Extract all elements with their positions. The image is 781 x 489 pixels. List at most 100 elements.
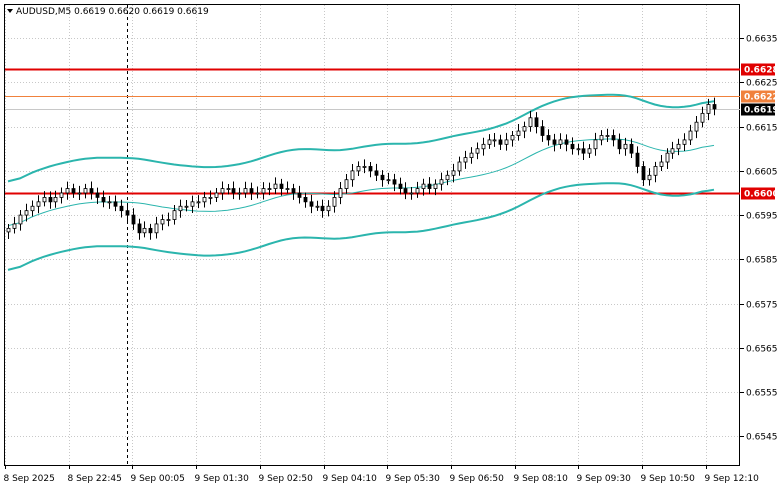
- candle-body: [48, 197, 53, 203]
- candle-body: [682, 139, 687, 145]
- candle-body: [481, 143, 486, 150]
- candle-body: [267, 188, 272, 190]
- candle-body: [231, 188, 236, 194]
- candle-body: [688, 130, 693, 141]
- candle-body: [309, 201, 314, 207]
- candle-body: [148, 227, 153, 234]
- candle-body: [498, 139, 503, 145]
- candle-body: [125, 210, 130, 216]
- candle-body: [409, 192, 414, 195]
- candle-body: [166, 219, 171, 221]
- candle-body: [475, 148, 480, 154]
- x-tick-label: 9 Sep 10:50: [641, 474, 696, 484]
- candle-body: [653, 166, 658, 176]
- x-tick-label: 9 Sep 09:30: [577, 474, 632, 484]
- x-tick-label: 9 Sep 08:10: [514, 474, 569, 484]
- candle-body: [439, 179, 444, 185]
- candle-body: [380, 174, 385, 181]
- candle-body: [208, 197, 213, 199]
- candle-body: [463, 157, 468, 163]
- y-tick-label: 0.6625: [746, 79, 778, 89]
- candle-body: [18, 214, 23, 225]
- candle-body: [487, 139, 492, 145]
- candle-body: [261, 188, 266, 194]
- y-tick-label: 0.6605: [746, 168, 778, 178]
- candle-body: [647, 174, 652, 181]
- x-tick-label: 9 Sep 05:30: [386, 474, 441, 484]
- candle-body: [285, 188, 290, 190]
- candle-body: [374, 170, 379, 176]
- candle-body: [570, 143, 575, 150]
- candle-body: [107, 201, 112, 204]
- candle-body: [676, 143, 681, 150]
- candle-body: [433, 183, 438, 189]
- candle-body: [332, 197, 337, 207]
- candle-body: [237, 192, 242, 195]
- candle-body: [315, 205, 320, 208]
- candle-body: [386, 179, 391, 182]
- candle-body: [706, 104, 711, 114]
- candle-body: [641, 166, 646, 181]
- level-tag-label: 0.6600: [744, 190, 779, 200]
- candle-body: [42, 197, 47, 203]
- candle-body: [534, 117, 539, 128]
- level-tag-label: 0.6628: [744, 66, 779, 76]
- candle-body: [504, 139, 509, 145]
- candle-body: [291, 188, 296, 194]
- candle-body: [362, 166, 367, 168]
- candle-body: [599, 135, 604, 141]
- candle-body: [552, 139, 557, 145]
- candle-body: [172, 210, 177, 220]
- candle-body: [576, 148, 581, 151]
- candle-body: [670, 148, 675, 154]
- candle-body: [392, 179, 397, 185]
- candle-body: [303, 197, 308, 203]
- candle-body: [71, 188, 76, 194]
- x-tick-label: 8 Sep 2025: [4, 474, 55, 484]
- candle-body: [344, 179, 349, 189]
- candle-body: [137, 223, 142, 234]
- candle-body: [712, 104, 717, 110]
- y-tick-label: 0.6555: [746, 389, 778, 399]
- candle-body: [196, 201, 201, 204]
- candle-body: [516, 130, 521, 136]
- candle-body: [457, 161, 462, 172]
- candle-body: [564, 139, 569, 145]
- candle-body: [36, 201, 41, 207]
- candle-body: [492, 139, 497, 142]
- candle-body: [30, 205, 35, 212]
- candle-body: [398, 183, 403, 189]
- x-tick-label: 9 Sep 06:50: [450, 474, 505, 484]
- candle-body: [617, 139, 622, 150]
- candle-body: [83, 188, 88, 194]
- candle-body: [635, 152, 640, 167]
- candle-body: [320, 205, 325, 212]
- candle-body: [528, 117, 533, 128]
- x-tick-label: 9 Sep 04:10: [323, 474, 378, 484]
- candle-body: [427, 183, 432, 189]
- candle-body: [356, 166, 361, 172]
- x-tick-label: 9 Sep 12:10: [705, 474, 760, 484]
- candle-body: [611, 135, 616, 141]
- candle-body: [190, 201, 195, 207]
- candle-body: [415, 188, 420, 194]
- candle-body: [558, 139, 563, 145]
- candle-body: [95, 192, 100, 198]
- candle-body: [629, 143, 634, 154]
- candle-body: [119, 205, 124, 212]
- candle-body: [469, 152, 474, 158]
- candle-body: [659, 161, 664, 167]
- candle-body: [546, 135, 551, 141]
- y-axis: 0.6635 0.6625 0.6615 0.6605 0.6595 0.6585 0.65…: [740, 35, 779, 443]
- candle-body: [522, 126, 527, 132]
- price-tag-label: 0.6622: [744, 93, 779, 103]
- y-tick-label: 0.6575: [746, 301, 778, 311]
- candle-body: [623, 143, 628, 150]
- candle-body: [279, 183, 284, 189]
- candle-body: [605, 135, 610, 137]
- chart-title: AUDUSD,M5 0.6619 0.6620 0.6619 0.6619: [16, 7, 209, 17]
- candle-body: [510, 135, 515, 141]
- candle-body: [581, 148, 586, 154]
- candle-body: [53, 197, 58, 203]
- candle-body: [338, 188, 343, 198]
